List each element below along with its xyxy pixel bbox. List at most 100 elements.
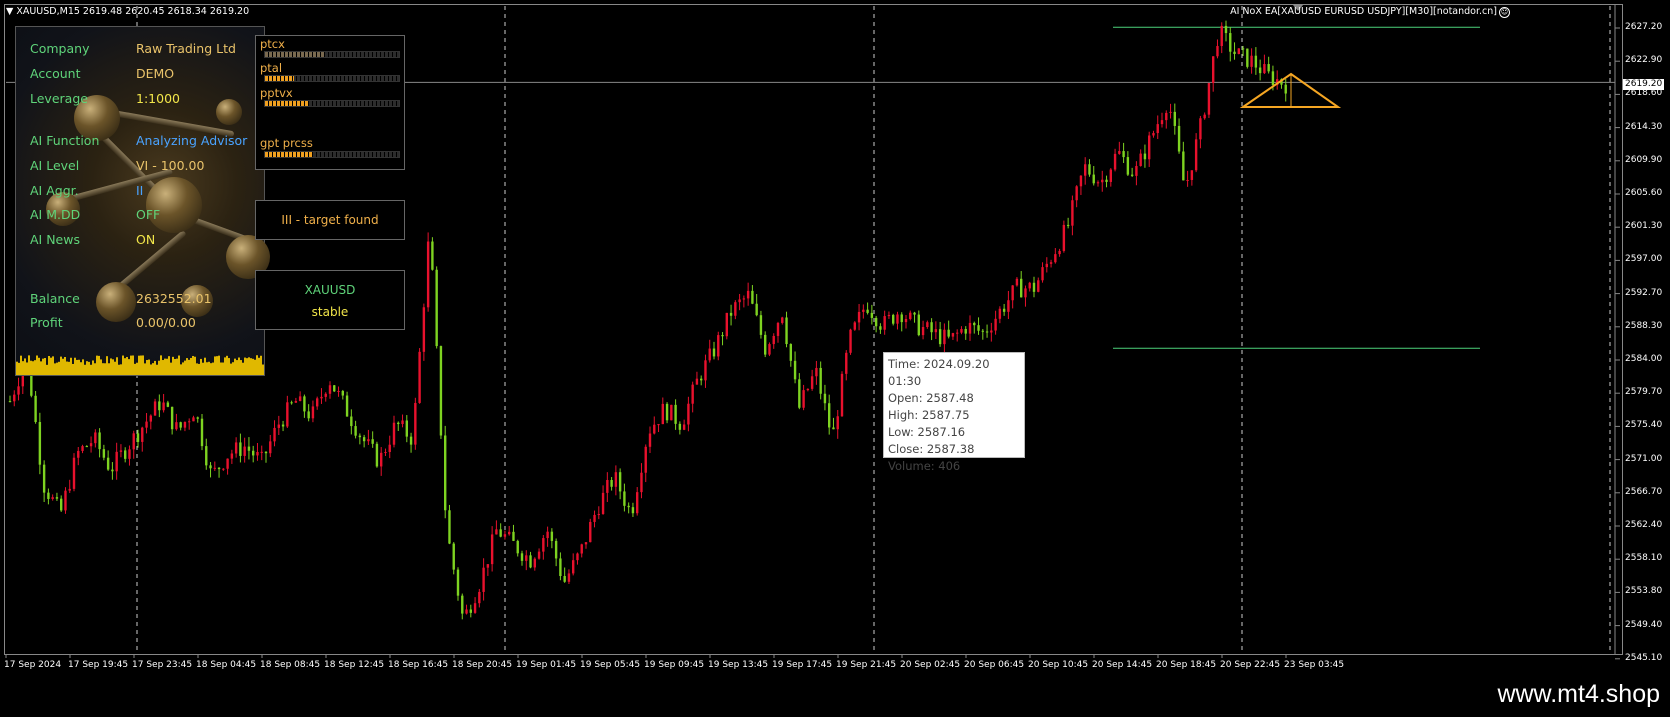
candle-body <box>1139 153 1142 166</box>
candle-body <box>1126 157 1130 175</box>
candle-body <box>1263 64 1266 74</box>
volume-bar <box>174 359 176 375</box>
candle-body <box>1058 250 1061 255</box>
candle-body <box>764 334 767 355</box>
volume-bar <box>118 364 120 375</box>
watermark: www.mt4.shop <box>1497 680 1660 708</box>
candle-body <box>414 402 417 445</box>
candle-body <box>141 427 144 442</box>
volume-bar <box>104 363 106 375</box>
candle-body <box>529 555 532 568</box>
candle-body <box>239 442 242 456</box>
candle-body <box>119 450 123 452</box>
candle-body <box>345 395 349 417</box>
volume-bar <box>110 358 112 375</box>
candle-body <box>1135 165 1138 176</box>
candle-body <box>951 333 955 337</box>
volume-bar <box>170 362 172 375</box>
candle-body <box>537 551 541 559</box>
candle-body <box>247 446 251 451</box>
info-row-ai-news: AI News ON <box>30 232 155 247</box>
candle-body <box>1250 55 1253 67</box>
candle-body <box>444 435 447 511</box>
time-label: 20 Sep 14:45 <box>1092 660 1153 670</box>
time-label: 18 Sep 12:45 <box>324 660 385 670</box>
candle-body <box>192 417 195 422</box>
tooltip-low: Low: 2587.16 <box>888 425 966 439</box>
candle-body <box>695 378 699 385</box>
volume-bar <box>238 357 240 375</box>
dropdown-triangle-icon[interactable]: ▼ <box>6 6 13 17</box>
candle-body <box>806 388 810 391</box>
volume-bar <box>98 355 100 375</box>
candle-body <box>789 344 792 361</box>
candle-body <box>512 531 515 541</box>
candle-body <box>973 322 976 326</box>
volume-bar <box>154 360 156 375</box>
candle-body <box>281 424 285 427</box>
volume-bar <box>232 362 234 375</box>
candle-body <box>452 543 455 570</box>
volume-bar <box>152 363 154 375</box>
candle-body <box>691 384 694 404</box>
candle-body <box>1267 64 1270 72</box>
price-label: 2609.90 <box>1625 154 1663 165</box>
candle-body <box>111 469 114 472</box>
progress-bar-ptcx <box>264 51 400 58</box>
smiley-icon[interactable]: ☺ <box>1499 7 1510 18</box>
candle-body <box>1002 308 1006 312</box>
candle-body <box>879 326 882 330</box>
candle-body <box>926 322 929 328</box>
volume-bar <box>114 361 116 375</box>
candle-body <box>1284 84 1287 94</box>
volume-bar <box>240 360 242 375</box>
volume-bar <box>16 361 18 375</box>
candle-body <box>738 299 741 303</box>
candle-body <box>94 432 97 444</box>
volume-strip <box>16 355 264 375</box>
candle-body <box>34 395 37 423</box>
candle-body <box>550 531 554 541</box>
candle-body <box>682 424 686 430</box>
candle-body <box>845 352 848 374</box>
candle-body <box>883 316 886 330</box>
info-value: DEMO <box>136 66 175 81</box>
candle-body <box>661 403 664 425</box>
volume-bar <box>166 358 168 375</box>
volume-bar <box>72 363 74 375</box>
candle-body <box>1011 285 1014 301</box>
candle-body <box>516 540 519 554</box>
candle-body <box>772 335 775 345</box>
price-label: 2571.00 <box>1625 453 1663 464</box>
tooltip-time: Time: 2024.09.20 01:30 <box>888 357 990 388</box>
volume-bar <box>40 361 42 375</box>
volume-bar <box>108 363 110 375</box>
candle-body <box>1212 56 1215 83</box>
candle-body <box>1182 151 1185 181</box>
volume-bar <box>196 363 198 375</box>
volume-bar <box>178 355 180 375</box>
candle-body <box>900 314 903 323</box>
volume-bar <box>218 355 220 375</box>
volume-bar <box>228 358 230 375</box>
candle-body <box>397 422 400 425</box>
candle-body <box>819 367 822 394</box>
candle-body <box>179 422 182 428</box>
candle-body <box>418 351 421 403</box>
price-label: 2592.70 <box>1625 287 1663 298</box>
candle-body <box>1246 48 1249 67</box>
candle-body <box>870 312 874 318</box>
volume-bar <box>34 360 36 375</box>
candle-body <box>482 567 485 592</box>
symbol-name: XAUUSD <box>304 283 356 297</box>
price-label: 2562.40 <box>1625 520 1663 530</box>
candle-body <box>362 437 366 442</box>
candle-body <box>644 446 647 473</box>
volume-bar <box>164 358 166 375</box>
candle-body <box>1186 179 1189 181</box>
candle-body <box>593 514 596 522</box>
candle-body <box>981 330 984 332</box>
candle-body <box>610 479 613 487</box>
candle-body <box>781 317 784 323</box>
candle-body <box>964 329 967 334</box>
